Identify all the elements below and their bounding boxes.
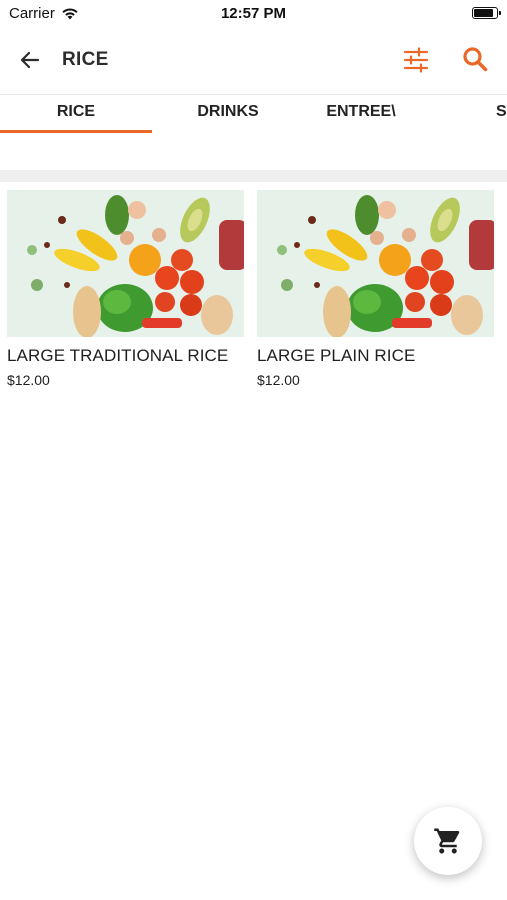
vegetables-photo	[257, 190, 494, 337]
cart-button[interactable]	[414, 807, 482, 875]
product-price: $12.00	[7, 372, 50, 388]
status-time: 12:57 PM	[220, 5, 287, 22]
tab-partial[interactable]: S	[456, 95, 507, 133]
sliders-icon[interactable]	[402, 46, 430, 74]
product-name: LARGE PLAIN RICE	[257, 346, 416, 365]
vegetables-photo	[7, 190, 244, 337]
product-price: $12.00	[257, 372, 300, 388]
tab-rice[interactable]: RICE	[0, 95, 152, 133]
product-card[interactable]: LARGE PLAIN RICE $12.00	[257, 190, 494, 388]
section-divider	[0, 170, 507, 182]
status-bar: Carrier 12:57 PM	[0, 0, 507, 28]
app-header: RICE	[0, 28, 507, 94]
tab-entree[interactable]: ENTREE\	[304, 95, 418, 133]
product-image	[257, 190, 494, 337]
product-name: LARGE TRADITIONAL RICE	[7, 346, 229, 365]
search-icon[interactable]	[461, 45, 489, 73]
battery-icon	[472, 7, 501, 19]
product-card[interactable]: LARGE TRADITIONAL RICE $12.00	[7, 190, 244, 388]
arrow-left-icon[interactable]	[18, 48, 42, 72]
tab-drinks[interactable]: DRINKS	[152, 95, 304, 133]
product-image	[7, 190, 244, 337]
page-title: RICE	[62, 49, 109, 70]
cart-icon	[434, 828, 460, 854]
category-tabs: RICE DRINKS ENTREE\ S	[0, 94, 507, 133]
